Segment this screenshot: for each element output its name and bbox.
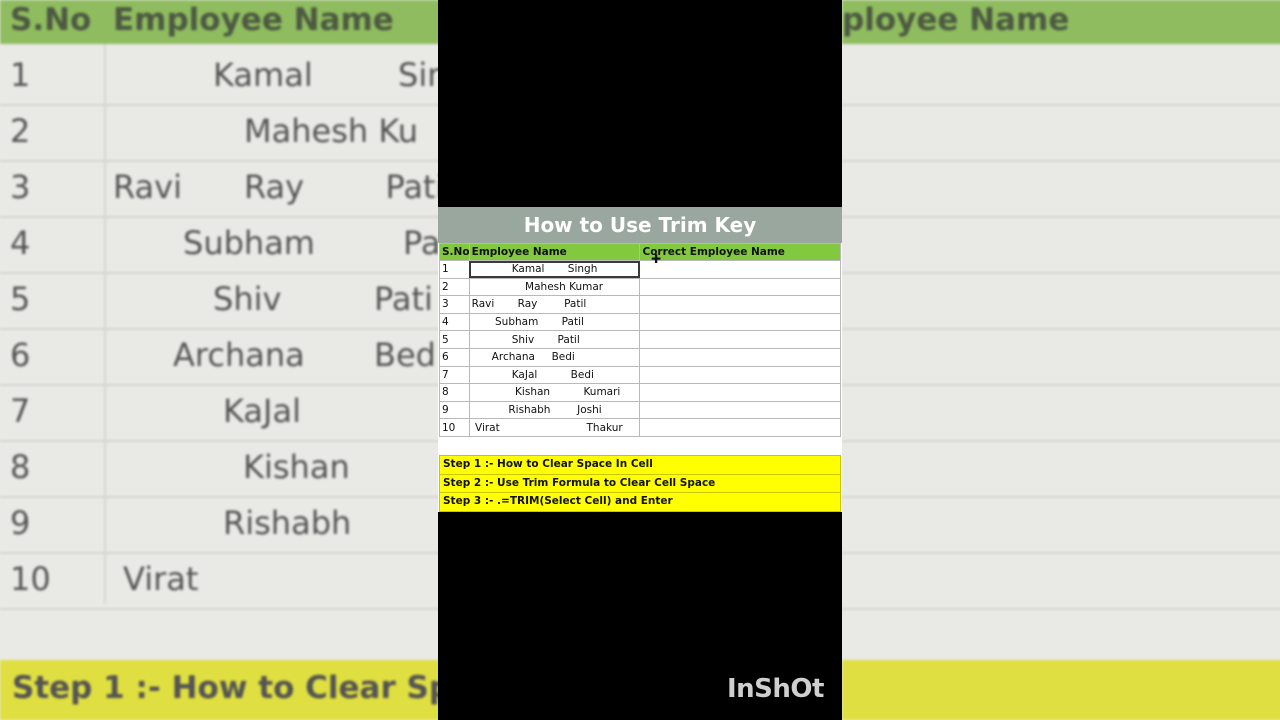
background-zoom-right: ployee Name <box>842 0 1280 720</box>
table-row: 6 Archana Bedi <box>439 347 841 367</box>
bg-header-row: S.No Employee Name <box>0 0 438 44</box>
header-employee-name[interactable]: Employee Name <box>468 243 641 261</box>
cell-sno[interactable]: 10 <box>439 418 470 437</box>
cell-sno[interactable]: 4 <box>439 312 470 332</box>
cell-correct-name[interactable] <box>639 330 841 349</box>
cell-correct-name[interactable] <box>639 277 841 297</box>
cell-sno[interactable]: 1 <box>439 260 470 279</box>
cell-sno[interactable]: 6 <box>439 347 470 367</box>
table-row: 8 Kishan Kumari <box>439 383 841 402</box>
bg-step-bar-right <box>842 660 1280 720</box>
bg-step-text: Step 1 :- How to Clear Sp <box>12 670 438 706</box>
employee-table: S.No Employee Name Correct Employee Name… <box>439 243 841 437</box>
cell-correct-name[interactable] <box>639 365 841 385</box>
step-3-note: Step 3 :- .=TRIM(Select Cell) and Enter <box>439 493 841 512</box>
bg-name: Archana <box>173 336 305 374</box>
bg-name: Kamal <box>213 56 313 94</box>
cell-employee-name[interactable]: Ravi Ray Patil <box>468 295 641 314</box>
cell-employee-name[interactable]: Mahesh Kumar <box>468 277 641 297</box>
bg-sno: 5 <box>10 280 31 318</box>
cell-correct-name[interactable] <box>639 400 841 420</box>
cell-correct-name[interactable] <box>639 295 841 314</box>
cell-correct-name[interactable] <box>639 418 841 437</box>
table-header-row: S.No Employee Name Correct Employee Name <box>439 243 841 261</box>
header-sno[interactable]: S.No <box>439 243 470 261</box>
cell-sno[interactable]: 9 <box>439 400 470 420</box>
table-row: 2 Mahesh Kumar <box>439 277 841 297</box>
cell-correct-name[interactable] <box>639 383 841 402</box>
bg-name: Rishabh <box>223 504 352 542</box>
cell-employee-name[interactable]: Virat Thakur <box>468 418 641 437</box>
bg-sno: 7 <box>10 392 31 430</box>
cell-correct-name[interactable] <box>639 260 841 279</box>
header-correct-employee-name[interactable]: Correct Employee Name <box>639 243 841 261</box>
bg-name-extra: Sin <box>398 56 438 94</box>
cell-sno[interactable]: 8 <box>439 383 470 402</box>
bg-name: Kishan <box>243 448 350 486</box>
bg-header-row-right: ployee Name <box>842 0 1280 44</box>
bg-header-name: Employee Name <box>113 2 394 38</box>
steps-block: Step 1 :- How to Clear Space In Cell Ste… <box>439 455 841 512</box>
cell-correct-name[interactable] <box>639 347 841 367</box>
table-row: 3 Ravi Ray Patil <box>439 295 841 314</box>
cell-correct-name[interactable] <box>639 312 841 332</box>
cell-employee-name[interactable]: Rishabh Joshi <box>468 400 641 420</box>
inshot-watermark: InShOt <box>727 674 824 704</box>
bg-sno: 2 <box>10 112 31 150</box>
bg-name: KaJal <box>223 392 301 430</box>
bg-header-correct-name: ployee Name <box>842 2 1070 38</box>
cell-employee-name[interactable]: Archana Bedi <box>468 347 641 367</box>
bg-sno: 10 <box>10 560 51 598</box>
bg-sno: 6 <box>10 336 31 374</box>
step-1-note: Step 1 :- How to Clear Space In Cell <box>439 455 841 475</box>
cell-sno[interactable]: 7 <box>439 365 470 385</box>
bg-name-extra: Bed <box>374 336 436 374</box>
empty-row <box>438 438 842 455</box>
cell-employee-name[interactable]: Kishan Kumari <box>468 383 641 402</box>
background-zoom-left: S.No Employee Name 1 Kamal Sin 2 Mahesh Ku … <box>0 0 438 720</box>
title-bar: How to Use Trim Key <box>438 207 842 243</box>
table-row: 1 Kamal Singh <box>439 260 841 279</box>
cell-sno[interactable]: 3 <box>439 295 470 314</box>
table-row: 9 Rishabh Joshi <box>439 400 841 420</box>
cell-sno[interactable]: 5 <box>439 330 470 349</box>
table-row: 7 KaJal Bedi <box>439 365 841 385</box>
bg-name: Ravi <box>113 168 182 206</box>
bg-sno: 4 <box>10 224 31 262</box>
table-row: 10 Virat Thakur <box>439 418 841 437</box>
bg-name-extra: Ray Pati <box>244 168 438 206</box>
cell-employee-name[interactable]: Subham Patil <box>468 312 641 332</box>
page-title: How to Use Trim Key <box>523 213 757 237</box>
bg-name-extra: Pati <box>374 280 433 318</box>
cell-sno[interactable]: 2 <box>439 277 470 297</box>
step-2-note: Step 2 :- Use Trim Formula to Clear Cell… <box>439 474 841 494</box>
bg-sno: 8 <box>10 448 31 486</box>
cell-employee-name-selected[interactable]: Kamal Singh <box>468 260 641 279</box>
bg-name: Virat <box>123 560 199 598</box>
bg-name-extra: Pa <box>403 224 438 262</box>
bg-sno: 3 <box>10 168 31 206</box>
bg-name: Subham <box>183 224 315 262</box>
cell-employee-name[interactable]: Shiv Patil <box>468 330 641 349</box>
spreadsheet-card: How to Use Trim Key S.No Employee Name C… <box>438 207 842 512</box>
cell-employee-name[interactable]: KaJal Bedi <box>468 365 641 385</box>
bg-name: Mahesh Ku <box>244 112 418 150</box>
table-row: 4 Subham Patil <box>439 312 841 332</box>
bg-sno: 9 <box>10 504 31 542</box>
bg-sno: 1 <box>10 56 31 94</box>
bg-header-sno: S.No <box>10 2 92 38</box>
bg-name: Shiv <box>213 280 282 318</box>
table-row: 5 Shiv Patil <box>439 330 841 349</box>
cell-cursor-icon: ✚ <box>651 252 662 266</box>
